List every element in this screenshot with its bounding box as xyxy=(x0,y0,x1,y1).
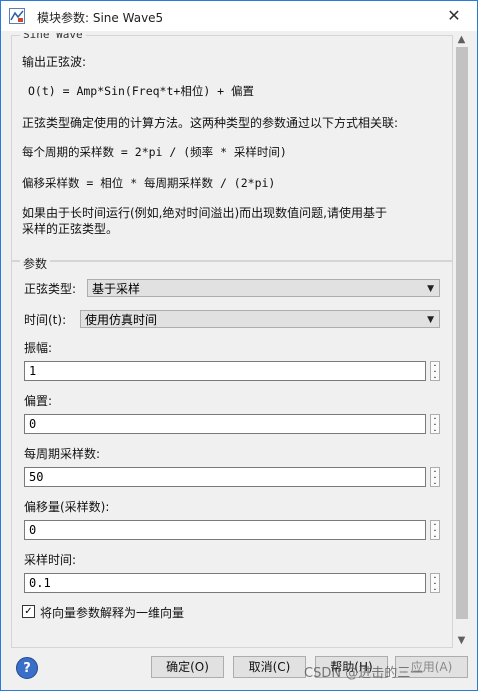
bias-input[interactable]: 0 xyxy=(24,414,426,434)
description-formula: 每个周期的采样数 = 2*pi / (频率 * 采样时间) xyxy=(22,145,287,159)
sine-type-select[interactable]: 基于采样 ▼ xyxy=(87,279,440,297)
sine-type-value: 基于采样 xyxy=(92,282,141,296)
chevron-down-icon: ▼ xyxy=(427,284,434,294)
offset-label: 偏移量(采样数): xyxy=(24,500,110,514)
interpret-vector-checkbox[interactable]: ✓ xyxy=(22,605,35,618)
ok-button[interactable]: 确定(O) xyxy=(151,656,224,678)
dialog-window: 模块参数: Sine Wave5 ✕ Sine Wave 输出正弦波: O(t)… xyxy=(0,0,478,691)
description-line: 输出正弦波: xyxy=(22,55,87,69)
time-value: 使用仿真时间 xyxy=(85,313,158,327)
scroll-up-icon[interactable]: ▲ xyxy=(454,33,469,47)
offset-input[interactable]: 0 xyxy=(24,520,426,540)
sine-type-label: 正弦类型: xyxy=(24,282,77,296)
block-name-legend: Sine Wave xyxy=(20,33,86,41)
sample-time-label: 采样时间: xyxy=(24,553,77,567)
window-title: 模块参数: Sine Wave5 xyxy=(37,11,164,25)
amplitude-options-button[interactable]: · · · xyxy=(430,361,440,384)
amplitude-input[interactable]: 1 xyxy=(24,361,426,381)
time-label: 时间(t): xyxy=(24,313,67,327)
simulink-block-icon xyxy=(9,8,25,24)
samples-per-period-label: 每周期采样数: xyxy=(24,447,101,461)
scrollbar-thumb[interactable] xyxy=(456,47,468,619)
dialog-content: Sine Wave 输出正弦波: O(t) = Amp*Sin(Freq*t+相… xyxy=(1,31,477,651)
close-icon[interactable]: ✕ xyxy=(431,1,477,31)
parameters-legend: 参数 xyxy=(20,255,51,272)
description-formula: O(t) = Amp*Sin(Freq*t+相位) + 偏置 xyxy=(28,84,255,98)
watermark-text: CSDN @进击的三一 xyxy=(304,666,424,681)
vertical-scrollbar[interactable]: ▲ ▼ xyxy=(454,33,469,648)
description-line: 正弦类型确定使用的计算方法。这两种类型的参数通过以下方式相关联: xyxy=(22,116,399,130)
bias-label: 偏置: xyxy=(24,394,53,408)
offset-options-button[interactable]: · · · xyxy=(430,520,440,543)
description-group: Sine Wave 输出正弦波: O(t) = Amp*Sin(Freq*t+相… xyxy=(11,33,453,261)
amplitude-label: 振幅: xyxy=(24,341,53,355)
samples-per-period-options-button[interactable]: · · · xyxy=(430,467,440,490)
help-icon[interactable]: ? xyxy=(16,657,38,679)
interpret-vector-label: 将向量参数解释为一维向量 xyxy=(40,606,185,620)
parameters-group: 参数 正弦类型: 基于采样 ▼ 时间(t): 使用仿真时间 ▼ 振幅: 1 · ·… xyxy=(11,255,453,648)
sample-time-options-button[interactable]: · · · xyxy=(430,573,440,596)
scroll-down-icon[interactable]: ▼ xyxy=(454,634,469,648)
cancel-button[interactable]: 取消(C) xyxy=(233,656,306,678)
chevron-down-icon: ▼ xyxy=(427,315,434,325)
samples-per-period-input[interactable]: 50 xyxy=(24,467,426,487)
time-select[interactable]: 使用仿真时间 ▼ xyxy=(80,310,440,328)
title-bar: 模块参数: Sine Wave5 ✕ xyxy=(1,1,477,31)
sample-time-input[interactable]: 0.1 xyxy=(24,573,426,593)
bias-options-button[interactable]: · · · xyxy=(430,414,440,437)
description-formula: 偏移采样数 = 相位 * 每周期采样数 / (2*pi) xyxy=(22,176,276,190)
description-line: 采样的正弦类型。 xyxy=(22,222,119,236)
scroll-area[interactable]: Sine Wave 输出正弦波: O(t) = Amp*Sin(Freq*t+相… xyxy=(10,33,453,648)
description-line: 如果由于长时间运行(例如,绝对时间溢出)而出现数值问题,请使用基于 xyxy=(22,206,387,220)
